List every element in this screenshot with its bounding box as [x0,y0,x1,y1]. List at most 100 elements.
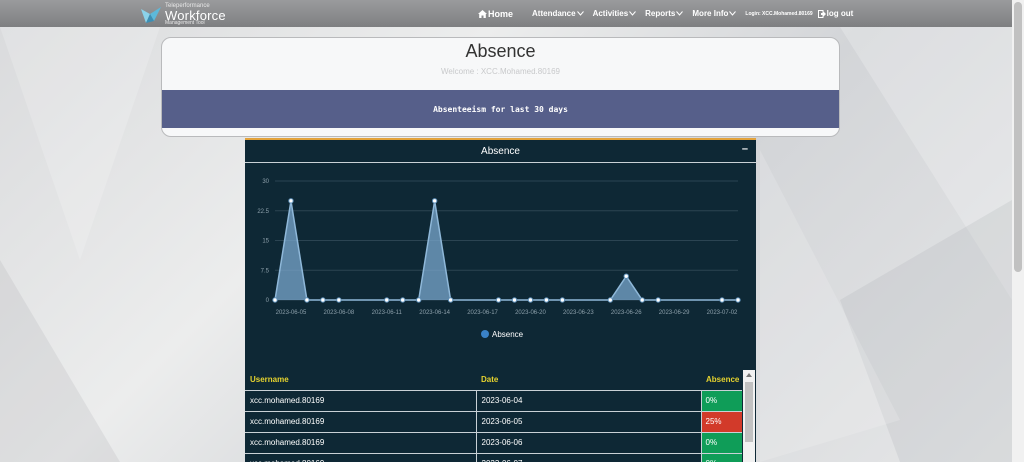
data-point[interactable] [719,297,725,303]
chevron-down-icon [576,11,584,16]
data-point[interactable] [384,297,390,303]
table-header-row: Username Date Absence [245,370,742,391]
data-point[interactable] [543,297,550,303]
welcome-text: Welcome : XCC.Mohamed.80169 [440,67,561,76]
col-date-header[interactable]: Date [476,370,701,391]
absence-table-container: Username Date Absence xcc.mohamed.80169 2… [245,370,756,462]
nav-logout-label: log out [826,9,854,18]
nav-attendance[interactable]: Attendance [532,9,584,18]
nav-reports-label: Reports [645,9,676,18]
cell-username: xcc.mohamed.80169 [245,390,477,412]
legend-marker [481,330,489,338]
scroll-up-arrow-icon[interactable] [746,373,752,377]
cell-username: xcc.mohamed.80169 [245,411,477,433]
data-point[interactable] [304,297,310,303]
page-scrollbar[interactable] [1012,0,1024,462]
nav-logout[interactable]: log out [817,9,854,18]
data-point[interactable] [655,297,661,303]
data-point[interactable] [639,297,645,303]
data-point[interactable] [607,297,613,303]
table-row[interactable]: xcc.mohamed.80169 2023-06-05 25% [245,411,742,433]
table-row[interactable]: xcc.mohamed.80169 2023-06-04 0% [245,390,742,412]
series-line [274,200,738,301]
cell-absence: 0% [701,390,742,412]
x-tick-label: 2023-06-14 [419,310,450,316]
nav-home[interactable]: Home [478,9,513,19]
top-navigation-bar: Teleperformance Workforce Management Too… [0,0,1012,27]
data-point[interactable] [415,297,422,303]
cell-date: 2023-06-05 [476,411,702,433]
table-row[interactable]: xcc.mohamed.801692023-06-070% [245,453,742,462]
col-username-header[interactable]: Username [245,370,476,391]
col-absence-header[interactable]: Absence [701,370,742,391]
absence-panel: Absence – 0 7.5 15 22.5 30 2023-06-05 2023-06-… [245,138,756,462]
report-band-label: Absenteeism for last 30 days [433,104,568,114]
cell-date: 2023-06-04 [476,390,702,412]
data-point[interactable] [559,297,566,303]
chevron-down-icon [676,11,684,16]
absence-chart: 0 7.5 15 22.5 30 2023-06-05 2023-06-08 2023-06-… [257,179,741,339]
data-point[interactable] [336,297,342,303]
nav-activities-label: Activities [592,9,629,18]
nav-reports[interactable]: Reports [645,9,684,18]
login-user-label: Login: XCC.Mohamed.80169 [745,10,813,17]
nav-more-info-label: More Info [692,9,729,18]
data-point[interactable] [623,273,629,279]
table-row[interactable]: xcc.mohamed.80169 2023-06-06 0% [245,432,742,454]
nav-attendance-label: Attendance [532,9,576,18]
main-menu: Home Attendance Activities Reports More … [478,0,862,27]
brand-bird-icon [141,6,161,23]
cell-date: 2023-06-06 [476,432,702,454]
x-tick-label: 2023-06-11 [372,310,403,316]
page-scrollbar-thumb[interactable] [1014,2,1022,272]
x-tick-label: 2023-06-08 [324,310,355,316]
nav-activities[interactable]: Activities [593,9,637,18]
home-icon [478,9,487,18]
table-scrollbar-thumb[interactable] [745,382,753,442]
data-point[interactable] [400,297,406,303]
cell-absence: 25% [701,411,742,433]
collapse-button[interactable]: – [742,143,748,155]
table-scrollbar[interactable] [743,370,755,462]
y-tick-label: 30 [262,179,269,185]
data-point[interactable] [447,297,454,303]
x-tick-label: 2023-06-26 [611,310,642,316]
cell-username: xcc.mohamed.80169 [245,453,477,462]
y-tick-label: 7.5 [261,268,270,274]
chevron-down-icon [729,11,737,16]
logout-icon [817,9,826,18]
nav-more-info[interactable]: More Info [692,9,737,18]
x-tick-label: 2023-06-20 [515,310,546,316]
brand-logo[interactable]: Teleperformance Workforce Management Too… [140,3,226,26]
data-point[interactable] [431,198,438,204]
panel-header: Absence – [245,140,756,163]
x-tick-label: 2023-06-23 [563,310,594,316]
x-tick-label: 2023-07-02 [707,310,738,316]
data-point[interactable] [527,297,534,303]
cell-date: 2023-06-07 [476,453,702,462]
data-point[interactable] [495,297,502,303]
y-tick-label: 15 [262,239,269,245]
cell-absence: 0% [701,432,742,454]
cell-username: xcc.mohamed.80169 [245,432,477,454]
data-point[interactable] [288,198,294,204]
x-tick-label: 2023-06-29 [659,310,690,316]
data-point[interactable] [272,297,278,303]
chevron-down-icon [629,11,637,16]
data-point[interactable] [735,297,741,303]
y-tick-label: 0 [266,298,270,304]
nav-home-label: Home [488,8,514,19]
header-card: Absence Welcome : XCC.Mohamed.80169 Abse… [161,37,840,137]
y-tick-label: 22.5 [257,209,269,215]
cell-absence: 0% [701,453,742,462]
data-point[interactable] [511,297,518,303]
report-band: Absenteeism for last 30 days [162,90,839,128]
data-point[interactable] [320,297,326,303]
x-tick-label: 2023-06-17 [467,310,498,316]
x-tick-label: 2023-06-05 [276,310,307,316]
page-title: Absence [465,41,536,61]
absence-table: Username Date Absence xcc.mohamed.80169 2… [245,370,742,462]
legend-label[interactable]: Absence [492,330,524,339]
panel-title: Absence [481,145,520,157]
series-area [275,200,738,300]
